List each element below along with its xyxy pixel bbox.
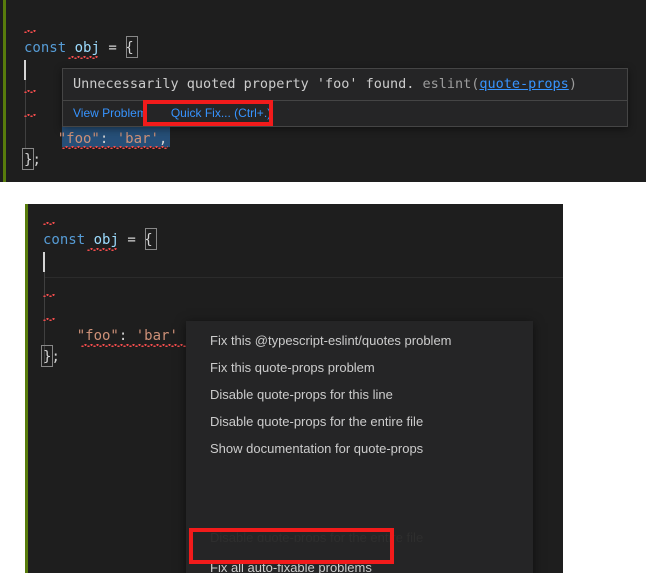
code-token: , — [158, 131, 168, 147]
current-line-border — [45, 277, 563, 278]
text-cursor-2 — [43, 252, 45, 272]
quick-fix-context-menu: Fix this @typescript-eslint/quotes probl… — [186, 321, 533, 573]
code-token: = — [118, 232, 145, 248]
text-cursor — [24, 60, 26, 80]
code-token: 'bar' — [135, 328, 178, 344]
code-token: 'bar' — [116, 131, 159, 147]
code-token: ; — [32, 152, 41, 168]
menu-item-show-documentation[interactable]: Show documentation for quote-props — [186, 435, 533, 462]
diagnostic-rule-link[interactable]: quote-props — [479, 76, 568, 92]
tooltip-action-bar: View Problem Quick Fix... (Ctrl+.) — [63, 101, 627, 126]
bracket-match-highlight-close — [22, 148, 34, 170]
menu-item-disable-quote-props-file[interactable]: Disable quote-props for the entire file — [186, 408, 533, 435]
code-token: : — [118, 328, 136, 344]
diagnostic-message: Unnecessarily quoted property 'foo' foun… — [63, 69, 627, 100]
squiggle-underline-hidden-1 — [24, 90, 36, 93]
squiggle-underline-foo-bar-2 — [81, 344, 187, 347]
code-token: = — [99, 40, 126, 56]
menu-spacer — [186, 462, 533, 530]
bracket-match-highlight-close-2 — [41, 345, 53, 367]
bracket-match-highlight — [126, 36, 138, 58]
diagnostic-source-open: eslint( — [422, 76, 480, 92]
git-change-gutter-bar-2 — [25, 204, 28, 573]
squiggle-underline-hidden-3 — [43, 294, 55, 297]
quick-fix-link[interactable]: Quick Fix... (Ctrl+.) — [171, 106, 271, 120]
diagnostic-hover-tooltip: Unnecessarily quoted property 'foo' foun… — [62, 68, 628, 127]
code-token: obj — [93, 232, 119, 248]
menu-item-disable-quote-props-line[interactable]: Disable quote-props for this line — [186, 381, 533, 408]
squiggle-underline-obj — [68, 56, 98, 59]
code-token: const — [24, 40, 67, 56]
top-editor-panel: const obj = { "foo": 'bar', }; Unnecessa… — [0, 0, 646, 182]
menu-item-fix-typescript-eslint-quotes[interactable]: Fix this @typescript-eslint/quotes probl… — [186, 327, 533, 354]
code-token: "foo" — [57, 131, 100, 147]
menu-item-obscured[interactable]: Disable quote-props for the entire file — [186, 530, 533, 542]
squiggle-underline-hidden-4 — [43, 318, 55, 321]
bottom-editor-panel: const obj = { "foo": 'bar' }; Fix this @… — [25, 204, 563, 573]
git-change-gutter-bar — [3, 0, 6, 182]
code-token: "foo" — [76, 328, 119, 344]
bracket-match-highlight-2 — [145, 228, 157, 250]
squiggle-underline-obj-2 — [87, 248, 117, 251]
code-token: const — [43, 232, 86, 248]
diagnostic-source-close: ) — [568, 76, 577, 92]
diagnostic-message-text: Unnecessarily quoted property 'foo' foun… — [73, 76, 423, 92]
squiggle-underline-const-2 — [43, 222, 55, 225]
code-token: ; — [51, 349, 60, 365]
view-problem-link[interactable]: View Problem — [73, 106, 147, 120]
menu-bottom-area: Fix all auto-fixable problems — [186, 554, 533, 573]
code-token: : — [99, 131, 117, 147]
squiggle-underline-foo-bar — [62, 146, 168, 149]
code-token: obj — [74, 40, 100, 56]
menu-item-fix-quote-props[interactable]: Fix this quote-props problem — [186, 354, 533, 381]
menu-item-fix-all-auto-fixable[interactable]: Fix all auto-fixable problems — [186, 554, 533, 573]
squiggle-underline-const — [24, 30, 36, 33]
squiggle-underline-hidden-2 — [24, 114, 36, 117]
